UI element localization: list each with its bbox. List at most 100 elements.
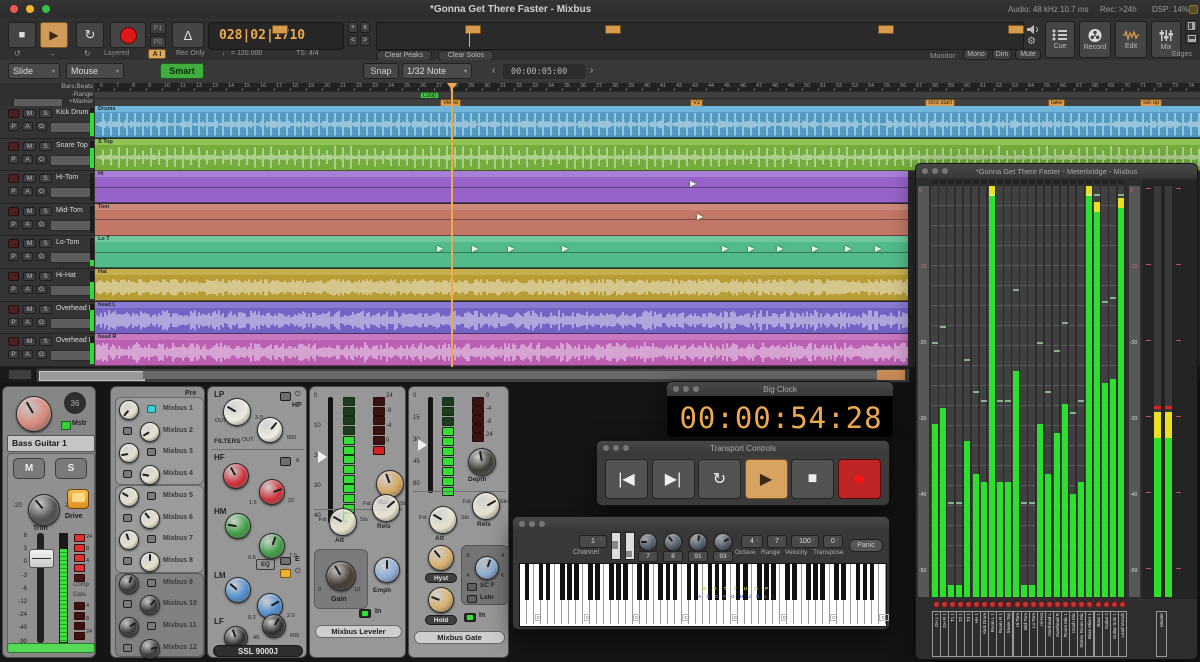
meterbridge-window-dots[interactable]: [922, 168, 948, 174]
stop-button[interactable]: ■: [8, 22, 36, 48]
piano-black-key[interactable]: [623, 564, 628, 600]
track-automation-button[interactable]: A: [22, 252, 33, 261]
piano-black-key[interactable]: [687, 564, 692, 600]
track-group-button[interactable]: G: [36, 252, 47, 261]
track-solo-button[interactable]: S: [39, 337, 52, 346]
cc-knob[interactable]: [689, 533, 707, 551]
fader-cap[interactable]: [29, 549, 54, 568]
track-group-button[interactable]: G: [36, 350, 47, 359]
trim-knob[interactable]: [28, 494, 60, 526]
piano-black-key[interactable]: [595, 564, 600, 600]
track-playlist-button[interactable]: P: [8, 155, 19, 164]
track-group-button[interactable]: G: [36, 155, 47, 164]
send-enable-button[interactable]: [147, 492, 156, 500]
track-rec-arm-button[interactable]: [8, 207, 19, 216]
meter-rec-dot[interactable]: [1054, 601, 1061, 608]
ssl-eq-power-button[interactable]: [280, 569, 291, 578]
send-enable-button[interactable]: [123, 557, 132, 565]
mini-autoreturn-icon[interactable]: ↻: [84, 49, 91, 58]
send-bus-label[interactable]: Mixbus 5: [163, 492, 193, 499]
send-enable-button[interactable]: [147, 535, 156, 543]
piano-black-key[interactable]: [666, 564, 671, 600]
master-assign-led[interactable]: [61, 421, 71, 430]
send-bus-label[interactable]: Mixbus 10: [163, 600, 197, 607]
ruler-range-label[interactable]: -Range: [72, 91, 93, 98]
track-mute-button[interactable]: M: [23, 142, 36, 151]
meter-rec-dot[interactable]: [1046, 601, 1053, 608]
meter-rec-dot[interactable]: [1038, 601, 1045, 608]
track-gain-display[interactable]: [50, 122, 92, 133]
cc-knob[interactable]: [664, 533, 682, 551]
gate-threshold-pointer[interactable]: [418, 439, 427, 451]
track-mute-button[interactable]: M: [23, 109, 36, 118]
edges-pane-bottom-button[interactable]: [1185, 33, 1198, 44]
minimap-marker-chip[interactable]: [878, 25, 894, 34]
piano-black-key[interactable]: [813, 564, 818, 600]
rec-only-label[interactable]: Rec Only: [176, 50, 205, 57]
punch-out-button[interactable]: P0: [150, 36, 166, 48]
nudge-right-button[interactable]: >: [360, 35, 370, 46]
midi-channel-stepper[interactable]: 1↕: [579, 535, 607, 548]
piano-black-key[interactable]: [567, 564, 572, 600]
leveler-att-knob[interactable]: [329, 508, 357, 536]
send-enable-button[interactable]: [123, 427, 132, 435]
session-minimap[interactable]: [376, 22, 1024, 50]
ssl-lf-freq-knob[interactable]: [262, 614, 286, 638]
track-group-button[interactable]: G: [36, 318, 47, 327]
track-name[interactable]: Lo-Tom: [56, 239, 79, 246]
piano-black-key[interactable]: [856, 564, 861, 600]
meter-rec-dot[interactable]: [1014, 601, 1021, 608]
send-enable-button[interactable]: [123, 514, 132, 522]
play-button[interactable]: ▶: [745, 459, 788, 499]
piano-black-key[interactable]: [792, 564, 797, 600]
piano-black-key[interactable]: [863, 564, 868, 600]
send-bus-label[interactable]: Mixbus 11: [163, 622, 196, 629]
meter-rec-dot[interactable]: [1005, 601, 1012, 608]
ruler-marker-label[interactable]: +Marker: [69, 98, 93, 105]
keyboard-window-dots[interactable]: [519, 521, 545, 527]
piano-black-key[interactable]: [616, 564, 621, 600]
piano-keyboard[interactable]: C1C2C3C4C5C6C7C8W E T Y U O PA S D F G H…: [519, 563, 887, 627]
meter-rec-dot[interactable]: [1086, 601, 1093, 608]
monitor-mono-button[interactable]: Mono: [963, 49, 989, 60]
nudge-clock[interactable]: 00:00:05:00: [503, 64, 585, 79]
edit-page-button[interactable]: Edit: [1115, 21, 1147, 58]
send-level-knob[interactable]: [140, 552, 160, 572]
layered-label[interactable]: Layered: [104, 50, 129, 57]
snap-button[interactable]: Snap: [363, 63, 399, 79]
cc-value-box[interactable]: 8: [663, 551, 683, 562]
pitchbend-handle[interactable]: [612, 541, 618, 549]
leveler-threshold-pointer[interactable]: [318, 451, 327, 463]
track-mute-button[interactable]: M: [23, 272, 36, 281]
send-bus-label[interactable]: Mixbus 2: [163, 427, 193, 434]
send-enable-button[interactable]: [123, 470, 132, 478]
audio-region[interactable]: Hat: [95, 269, 908, 301]
track-name[interactable]: Mid-Tom: [56, 207, 83, 214]
close-window-icon[interactable]: [10, 5, 18, 13]
range-stepper[interactable]: 7↕: [767, 535, 787, 548]
track-playlist-button[interactable]: P: [8, 350, 19, 359]
minimize-window-icon[interactable]: [26, 5, 34, 13]
send-bus-label[interactable]: Mixbus 3: [163, 448, 193, 455]
minimap-marker-chip[interactable]: [605, 25, 621, 34]
piano-black-key[interactable]: [546, 564, 551, 600]
modwheel-handle[interactable]: [626, 551, 632, 557]
ssl-lp-knob[interactable]: [223, 398, 251, 426]
track-rec-arm-button[interactable]: [8, 239, 19, 248]
strip-solo-button[interactable]: S: [55, 458, 87, 479]
send-level-knob[interactable]: [140, 509, 160, 529]
mini-follow-icon[interactable]: →: [48, 49, 56, 58]
send-level-knob[interactable]: [119, 400, 139, 420]
minimap-marker-chip[interactable]: [272, 25, 288, 34]
track-mute-button[interactable]: M: [23, 337, 36, 346]
minimap-marker-chip[interactable]: [465, 25, 481, 34]
gate-threshold-track[interactable]: [428, 397, 433, 493]
meter-rec-dot[interactable]: [1030, 601, 1037, 608]
leveler-threshold-track[interactable]: [328, 397, 333, 523]
big-clock-window-dots[interactable]: [673, 386, 699, 392]
gate-freq-knob[interactable]: [475, 556, 499, 580]
tempo-label[interactable]: ♩ = 120.000: [222, 50, 262, 57]
meter-rec-dot[interactable]: [941, 601, 948, 608]
send-level-knob[interactable]: [140, 639, 160, 659]
leveler-emph-knob[interactable]: [374, 557, 400, 583]
